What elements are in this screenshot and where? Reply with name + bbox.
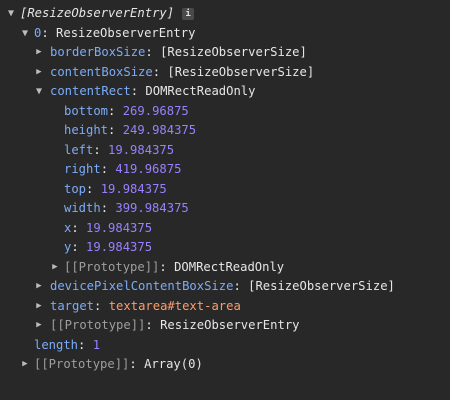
entry-prototype-row[interactable]: ▶ [[Prototype]]: ResizeObserverEntry bbox=[0, 316, 450, 336]
property-value: 399.984375 bbox=[115, 201, 189, 215]
property-value: 19.984375 bbox=[108, 142, 175, 157]
rect-prop-row: y: 19.984375 bbox=[64, 240, 153, 254]
expand-triangle-right-icon[interactable]: ▶ bbox=[34, 277, 44, 297]
rect-prop-row: width: 399.984375 bbox=[64, 201, 189, 215]
array-header-label: [ResizeObserverEntry] i bbox=[20, 4, 195, 24]
expand-triangle-right-icon[interactable]: ▶ bbox=[34, 316, 44, 336]
expand-triangle-right-icon[interactable]: ▶ bbox=[34, 63, 44, 83]
expand-triangle-down-icon[interactable]: ▼ bbox=[34, 82, 44, 102]
prototype-value: DOMRectReadOnly bbox=[174, 259, 285, 274]
rect-prop-row: bottom: 269.96875 bbox=[64, 103, 189, 118]
expand-triangle-right-icon[interactable]: ▶ bbox=[20, 355, 30, 375]
length-row: length: 1 bbox=[34, 337, 101, 352]
entry-row[interactable]: ▼ 0: ResizeObserverEntry bbox=[0, 24, 450, 44]
property-value: 19.984375 bbox=[86, 240, 153, 254]
prototype-key: [[Prototype]] bbox=[64, 259, 160, 274]
expand-triangle-down-icon[interactable]: ▼ bbox=[20, 24, 30, 44]
prototype-key: [[Prototype]] bbox=[34, 357, 130, 371]
border-box-size-row[interactable]: ▶ borderBoxSize: [ResizeObserverSize] bbox=[0, 43, 450, 63]
array-header-text: [ResizeObserverEntry] bbox=[20, 6, 175, 20]
property-key: bottom bbox=[64, 103, 109, 118]
property-value: [ResizeObserverSize] bbox=[248, 279, 395, 293]
property-key: right bbox=[64, 162, 101, 176]
info-icon[interactable]: i bbox=[182, 8, 195, 20]
property-value: 19.984375 bbox=[100, 181, 167, 196]
array-header-row[interactable]: ▼ [ResizeObserverEntry] i bbox=[0, 4, 450, 24]
property-value: 419.96875 bbox=[115, 162, 182, 176]
prototype-value: ResizeObserverEntry bbox=[160, 318, 300, 332]
property-value: 269.96875 bbox=[122, 103, 189, 118]
property-key: target bbox=[50, 298, 95, 313]
property-key: length bbox=[34, 337, 79, 352]
property-key: height bbox=[64, 123, 109, 137]
expand-triangle-right-icon[interactable]: ▶ bbox=[50, 258, 60, 278]
expand-triangle-right-icon[interactable]: ▶ bbox=[34, 297, 44, 317]
device-pixel-content-box-size-row[interactable]: ▶ devicePixelContentBoxSize: [ResizeObse… bbox=[0, 277, 450, 297]
property-key: left bbox=[64, 142, 94, 157]
content-rect-row[interactable]: ▼ contentRect: DOMRectReadOnly bbox=[0, 82, 450, 102]
property-key: top bbox=[64, 181, 87, 196]
prototype-value: Array(0) bbox=[144, 357, 203, 371]
property-value: DOMRectReadOnly bbox=[145, 84, 256, 98]
entry-type: ResizeObserverEntry bbox=[56, 25, 196, 40]
property-value: 249.984375 bbox=[122, 123, 197, 137]
property-value: 19.984375 bbox=[86, 220, 153, 235]
property-key: contentBoxSize bbox=[50, 64, 153, 79]
property-value: 1 bbox=[92, 337, 101, 352]
property-key: contentRect bbox=[50, 84, 131, 98]
entry-label: 0: ResizeObserverEntry bbox=[34, 25, 196, 40]
array-prototype-row[interactable]: ▶ [[Prototype]]: Array(0) bbox=[0, 355, 450, 375]
expand-triangle-down-icon[interactable]: ▼ bbox=[6, 4, 16, 24]
property-key: width bbox=[64, 201, 101, 215]
property-key: devicePixelContentBoxSize bbox=[50, 279, 234, 293]
rect-prop-row: top: 19.984375 bbox=[64, 181, 167, 196]
property-key: borderBoxSize bbox=[50, 45, 146, 59]
content-box-size-row[interactable]: ▶ contentBoxSize: [ResizeObserverSize] bbox=[0, 63, 450, 83]
prototype-key: [[Prototype]] bbox=[50, 318, 146, 332]
rect-prop-row: x: 19.984375 bbox=[64, 220, 153, 235]
rect-prop-row: left: 19.984375 bbox=[64, 142, 175, 157]
property-value: [ResizeObserverSize] bbox=[167, 64, 315, 79]
rect-prototype-row[interactable]: ▶ [[Prototype]]: DOMRectReadOnly bbox=[0, 258, 450, 278]
target-element-link[interactable]: textarea#text-area bbox=[109, 299, 241, 313]
target-row[interactable]: ▶ target: textarea#text-area bbox=[0, 297, 450, 317]
rect-prop-row: height: 249.984375 bbox=[64, 123, 197, 137]
rect-prop-row: right: 419.96875 bbox=[64, 162, 182, 176]
expand-triangle-right-icon[interactable]: ▶ bbox=[34, 43, 44, 63]
property-value: [ResizeObserverSize] bbox=[160, 45, 307, 59]
console-object-tree: ▼ [ResizeObserverEntry] i ▼ 0: ResizeObse… bbox=[0, 0, 450, 400]
